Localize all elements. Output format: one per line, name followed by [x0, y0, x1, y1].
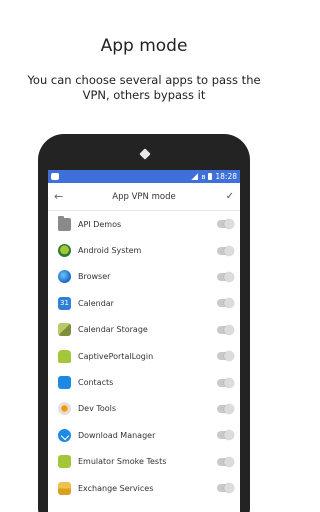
- phone-screen: ʙ 18:28 ← App VPN mode ✓ API Demos Andro…: [48, 170, 240, 512]
- app-row-exchange-services[interactable]: Exchange Services: [48, 475, 240, 501]
- app-label: Android System: [78, 246, 142, 256]
- promo-subtitle: You can choose several apps to pass the …: [27, 73, 261, 102]
- vpn-toggle[interactable]: [217, 377, 234, 388]
- vpn-toggle[interactable]: [217, 324, 234, 335]
- signal-icon: [191, 173, 199, 180]
- vpn-toggle[interactable]: [217, 483, 234, 494]
- app-label: Exchange Services: [78, 483, 154, 493]
- app-label: Browser: [78, 272, 111, 282]
- app-label: API Demos: [78, 219, 122, 229]
- app-row-calendar[interactable]: Calendar: [48, 290, 240, 316]
- vpn-toggle[interactable]: [217, 271, 234, 282]
- app-row-download-manager[interactable]: Download Manager: [48, 422, 240, 448]
- app-label: Calendar Storage: [78, 325, 148, 335]
- notification-icon: [51, 173, 59, 180]
- confirm-check-icon[interactable]: ✓: [220, 191, 234, 202]
- android-system-icon: [58, 244, 71, 258]
- vpn-toggle[interactable]: [217, 298, 234, 309]
- status-icons: ʙ: [191, 172, 213, 181]
- app-row-api-demos[interactable]: API Demos: [48, 211, 240, 237]
- vpn-toggle[interactable]: [217, 430, 234, 441]
- vpn-toggle[interactable]: [217, 351, 234, 362]
- app-row-contacts[interactable]: Contacts: [48, 369, 240, 395]
- folder-icon: [58, 215, 71, 231]
- mail-icon: [58, 481, 71, 495]
- gear-icon: [58, 402, 71, 416]
- app-row-emulator-smoke-tests[interactable]: Emulator Smoke Tests: [48, 449, 240, 475]
- vpn-toggle[interactable]: [217, 403, 234, 414]
- page-title: App VPN mode: [112, 191, 176, 202]
- app-list: API Demos Android System Browser Calenda…: [48, 211, 240, 501]
- calendar-icon: [58, 296, 71, 310]
- android-icon: [58, 349, 71, 363]
- app-row-android-system[interactable]: Android System: [48, 237, 240, 263]
- app-label: Download Manager: [78, 430, 156, 440]
- vpn-toggle[interactable]: [217, 219, 234, 230]
- vpn-toggle[interactable]: [217, 456, 234, 467]
- contacts-icon: [58, 376, 71, 390]
- vpn-toggle[interactable]: [217, 245, 234, 256]
- battery-icon: [208, 173, 213, 180]
- app-label: Calendar: [78, 298, 114, 308]
- app-row-dev-tools[interactable]: Dev Tools: [48, 396, 240, 422]
- app-label: Contacts: [78, 378, 114, 388]
- promo-title: App mode: [100, 36, 188, 56]
- android-icon: [58, 455, 71, 469]
- app-row-browser[interactable]: Browser: [48, 264, 240, 290]
- bluetooth-icon: ʙ: [201, 172, 206, 181]
- download-icon: [58, 428, 71, 442]
- app-row-captive-portal-login[interactable]: CaptivePortalLogin: [48, 343, 240, 369]
- app-label: Dev Tools: [78, 404, 117, 414]
- calendar-storage-icon: [58, 323, 71, 337]
- app-bar: ← App VPN mode ✓: [48, 183, 240, 211]
- status-bar: ʙ 18:28: [48, 170, 240, 183]
- status-time: 18:28: [215, 172, 237, 181]
- back-arrow-icon[interactable]: ←: [54, 190, 68, 203]
- app-label: CaptivePortalLogin: [78, 351, 154, 361]
- app-label: Emulator Smoke Tests: [78, 457, 167, 467]
- globe-icon: [58, 270, 71, 284]
- app-row-calendar-storage[interactable]: Calendar Storage: [48, 317, 240, 343]
